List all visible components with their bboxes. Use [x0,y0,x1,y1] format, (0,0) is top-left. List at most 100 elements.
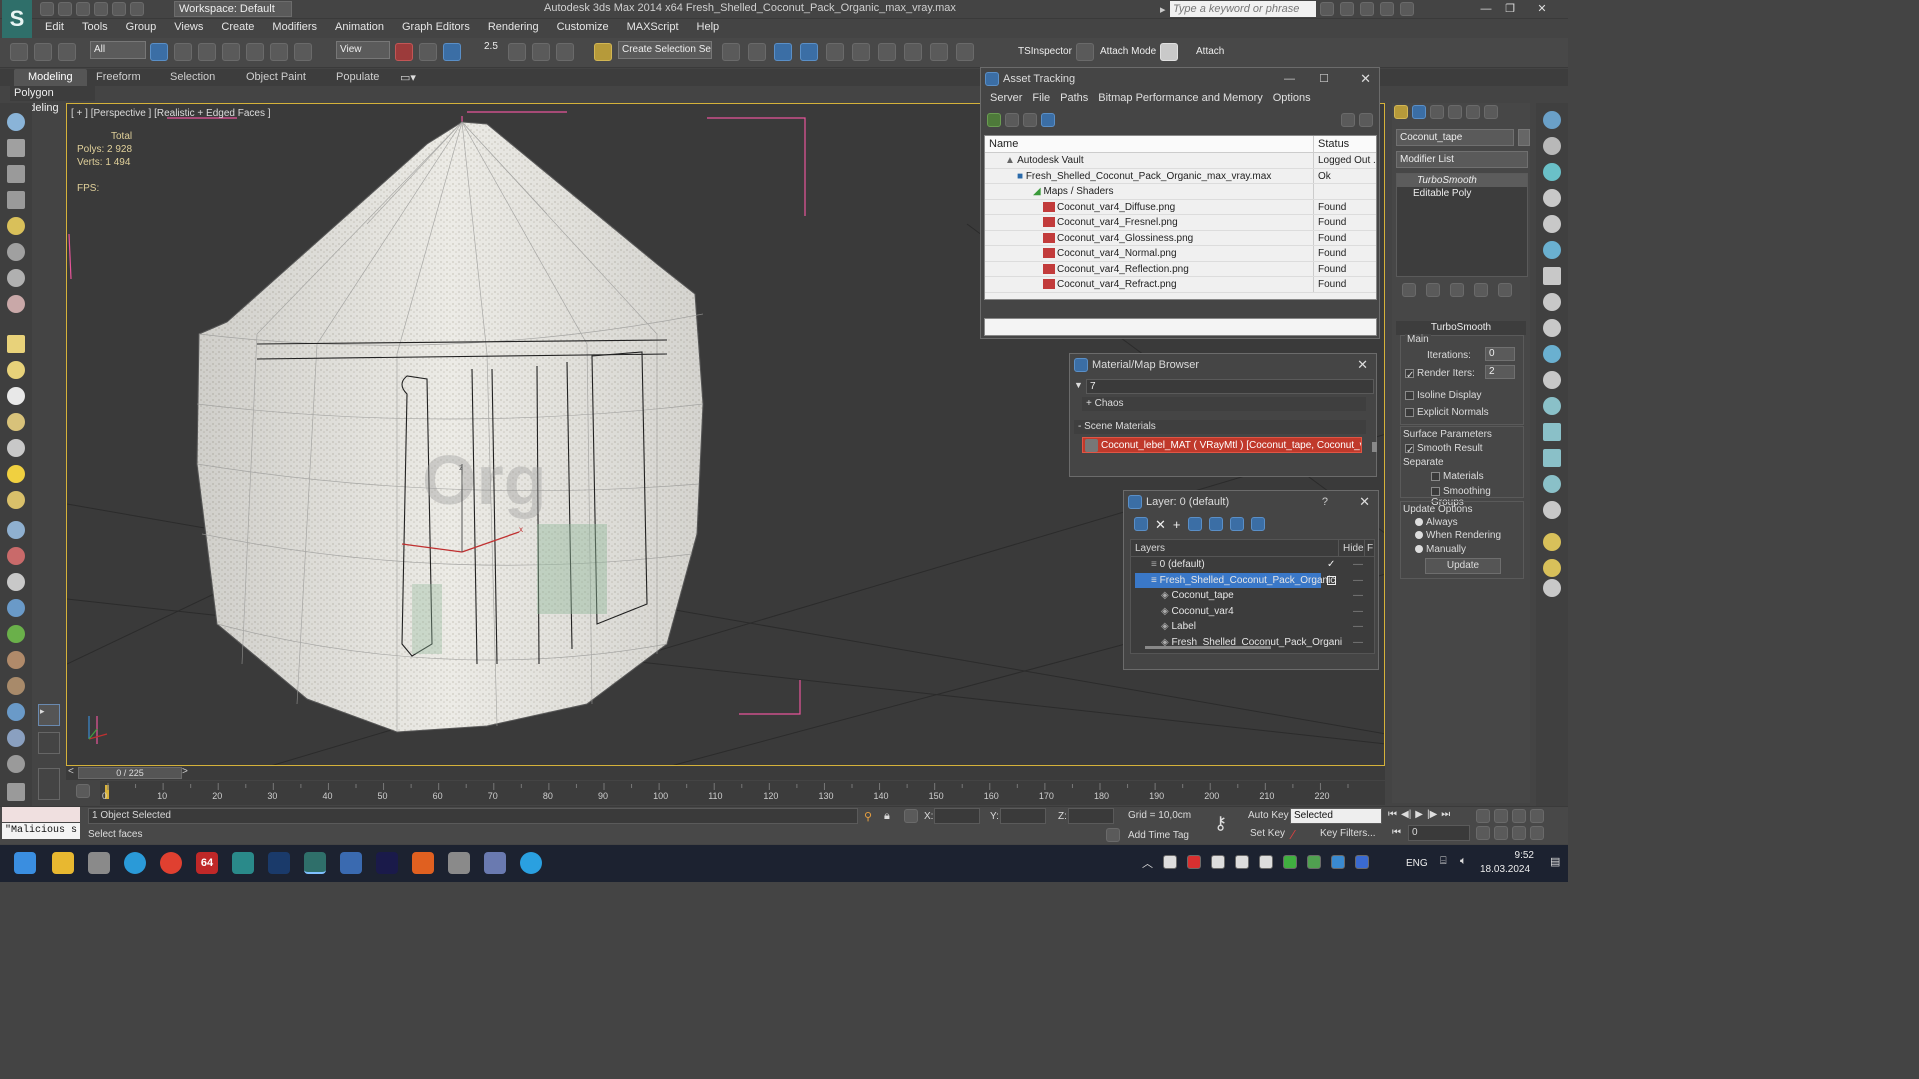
asset-tracking-titlebar[interactable]: Asset Tracking — ☐ ✕ [981,68,1379,90]
tab-object-paint[interactable]: Object Paint [232,69,320,86]
absolute-mode-icon[interactable] [904,809,918,823]
photoshop-icon[interactable] [268,852,290,874]
asset-menu-file[interactable]: File [1027,90,1055,108]
layer-titlebar[interactable]: Layer: 0 (default) ? ✕ [1124,491,1378,513]
globe-icon[interactable] [7,599,25,617]
hierarchy-icon[interactable] [1543,111,1561,129]
binoculars-icon[interactable] [1320,2,1334,16]
help-icon[interactable] [1400,2,1414,16]
modify-tab-icon[interactable] [1412,105,1426,119]
telegram-icon[interactable] [124,852,146,874]
unwrap-icon[interactable] [1543,215,1561,233]
cone-icon[interactable] [7,439,25,457]
menu-customize[interactable]: Customize [548,20,618,37]
maxscript-mini-listener[interactable] [2,807,80,822]
key-filters-button[interactable]: Key Filters... [1320,828,1376,839]
asset-path-field[interactable] [984,318,1377,336]
restore-button[interactable]: ❐ [1498,1,1522,17]
clock-date[interactable]: 18.03.2024 [1480,864,1530,875]
hide-toggle[interactable]: — [1353,557,1363,573]
tray-monitor-icon[interactable] [1259,855,1273,869]
materials-option[interactable]: Materials [1431,471,1484,482]
add-to-layer-icon[interactable]: + [1173,517,1181,533]
tab-selection[interactable]: Selection [156,69,229,86]
render-iters-option[interactable]: ✓ Render Iters: [1405,368,1475,381]
asset-minimize-button[interactable]: — [1284,68,1295,90]
hide-toggle[interactable]: — [1353,573,1363,589]
layer-row[interactable]: ◈ Coconut_tape — [1131,588,1374,604]
particles-icon[interactable] [7,521,25,539]
attach-button[interactable]: Attach [1196,46,1224,57]
bulb-icon[interactable] [1543,397,1561,415]
maximize-viewport-icon[interactable] [1530,826,1544,840]
motion-tab-icon[interactable] [1448,105,1462,119]
material-browser-titlebar[interactable]: Material/Map Browser ✕ [1070,354,1376,376]
hierarchy-tab-icon[interactable] [1430,105,1444,119]
close-button[interactable]: ✕ [1530,1,1554,17]
key-set-dropdown[interactable]: Selected [1290,808,1382,824]
tray-chevron-icon[interactable]: ︿ [1142,855,1153,871]
auto-key-button[interactable]: Auto Key [1248,810,1289,821]
z-coordinate-field[interactable] [1068,808,1114,824]
filter-dropdown-icon[interactable]: ▼ [1074,380,1083,390]
spinner-snap-icon[interactable] [556,43,574,61]
asset-menu-server[interactable]: Server [985,90,1027,108]
favorites-star-icon[interactable] [1380,2,1394,16]
material-search-input[interactable]: 7 [1086,379,1374,394]
col-freeze[interactable]: F [1364,540,1374,556]
list-view-icon[interactable] [1005,113,1019,127]
orbit-icon[interactable] [1543,501,1561,519]
script-icon[interactable] [7,729,25,747]
table-row[interactable]: Coconut_var4_Glossiness.png Found [985,230,1376,246]
angle-snap-icon[interactable] [508,43,526,61]
col-layers[interactable]: Layers [1131,540,1338,556]
render-icon[interactable] [956,43,974,61]
light-lister-icon[interactable] [1543,163,1561,181]
hide-toggle[interactable]: — [1353,619,1363,635]
panel-help-icon[interactable] [1543,579,1561,597]
layer-hscrollbar[interactable] [1145,646,1271,649]
asset-menu-paths[interactable]: Paths [1055,90,1093,108]
wifi-icon[interactable]: ⌸ [1440,855,1447,868]
show-end-result-icon[interactable] [1426,283,1440,297]
hold-icon[interactable] [130,2,144,16]
isolate-icon[interactable]: ⚲ [864,810,872,823]
object-name-field[interactable]: Coconut_tape [1396,129,1514,146]
freeze-all-layers-icon[interactable] [1250,517,1265,531]
menu-tools[interactable]: Tools [73,20,117,37]
rotate-tool-icon[interactable] [1543,319,1561,337]
select-link-icon[interactable] [10,43,28,61]
new-file-icon[interactable] [40,2,54,16]
update-when-rendering-radio[interactable] [1415,531,1423,540]
utilities-tab-icon[interactable] [1484,105,1498,119]
set-current-box[interactable] [1327,575,1336,585]
hide-toggle[interactable]: — [1353,604,1363,620]
hide-toggle[interactable]: — [1353,588,1363,604]
configure-modifier-sets-icon[interactable] [1498,283,1512,297]
chrome-icon[interactable] [160,852,182,874]
coconut-mesh[interactable]: Org x z [196,121,704,733]
keyboard-shortcut-icon[interactable] [443,43,461,61]
curve-editor-icon[interactable] [826,43,844,61]
update-always-radio[interactable] [1415,518,1423,527]
time-slider[interactable]: < 0 / 225 > [66,766,1385,780]
table-row[interactable]: ■ Fresh_Shelled_Coconut_Pack_Organic_max… [985,168,1376,184]
table-view-icon[interactable] [1041,113,1055,127]
text-icon[interactable] [1543,267,1561,285]
menu-create[interactable]: Create [212,20,263,37]
material-icon[interactable] [1543,241,1561,259]
key-icon[interactable]: ⚷ [1214,813,1227,834]
render-iters-checkbox[interactable]: ✓ [1405,368,1414,381]
sun-icon[interactable] [7,465,25,483]
compound-icon[interactable] [7,573,25,591]
checker-icon[interactable] [1160,43,1178,61]
zoom-all-icon[interactable] [1494,809,1508,823]
box-icon[interactable] [7,139,25,157]
reaction-icon[interactable] [1543,371,1561,389]
tsinspector-button[interactable]: TSInspector [1018,46,1072,57]
set-key-icon[interactable]: ⁄ [1292,827,1294,842]
menu-views[interactable]: Views [165,20,212,37]
orbit-view-icon[interactable] [1512,826,1526,840]
language-indicator[interactable]: ENG [1406,858,1428,869]
pan-icon[interactable] [1494,826,1508,840]
